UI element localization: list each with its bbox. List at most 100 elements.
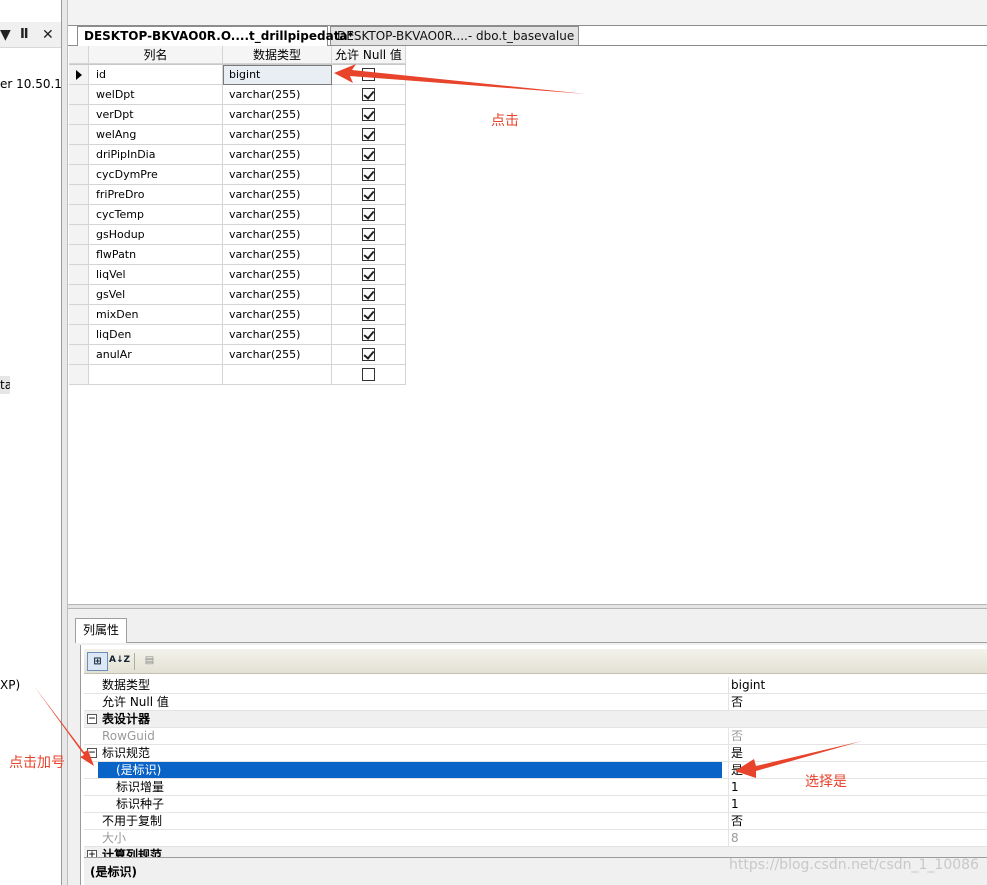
row-selector[interactable] <box>69 245 89 265</box>
allow-null-checkbox[interactable] <box>362 348 375 361</box>
property-row[interactable]: 标识种子 1 <box>84 796 987 813</box>
property-value[interactable]: 否 <box>728 694 987 710</box>
data-type-cell[interactable]: varchar(255) <box>223 225 332 245</box>
node-text-fragment[interactable]: XP) <box>0 678 20 692</box>
table-row[interactable]: welDpt varchar(255) <box>69 85 406 105</box>
row-selector[interactable] <box>69 325 89 345</box>
table-row[interactable]: liqVel varchar(255) <box>69 265 406 285</box>
property-name[interactable]: 大小 <box>102 830 726 846</box>
data-type-cell[interactable]: varchar(255) <box>223 265 332 285</box>
table-row[interactable]: flwPatn varchar(255) <box>69 245 406 265</box>
data-type-cell[interactable]: varchar(255) <box>223 165 332 185</box>
collapse-icon[interactable]: − <box>87 714 97 724</box>
row-selector[interactable] <box>69 165 89 185</box>
allow-null-checkbox[interactable] <box>362 288 375 301</box>
table-row[interactable]: gsHodup varchar(255) <box>69 225 406 245</box>
property-pages-icon[interactable]: ▤ <box>139 652 160 671</box>
data-type-cell[interactable] <box>223 365 332 385</box>
column-name-cell[interactable]: gsVel <box>89 285 223 305</box>
data-type-cell[interactable]: bigint <box>223 65 332 85</box>
property-name[interactable]: RowGuid <box>102 728 726 744</box>
column-name-cell[interactable]: cycTemp <box>89 205 223 225</box>
table-row[interactable]: gsVel varchar(255) <box>69 285 406 305</box>
table-row[interactable]: verDpt varchar(255) <box>69 105 406 125</box>
allow-null-checkbox[interactable] <box>362 168 375 181</box>
property-value[interactable]: 1 <box>728 796 987 812</box>
allow-null-checkbox[interactable] <box>362 148 375 161</box>
row-selector[interactable] <box>69 305 89 325</box>
data-type-cell[interactable]: varchar(255) <box>223 205 332 225</box>
property-value[interactable]: 是 <box>728 745 987 761</box>
data-type-cell[interactable]: varchar(255) <box>223 145 332 165</box>
row-selector[interactable] <box>69 265 89 285</box>
column-name-cell[interactable]: mixDen <box>89 305 223 325</box>
row-selector[interactable] <box>69 225 89 245</box>
data-type-cell[interactable]: varchar(255) <box>223 245 332 265</box>
table-row[interactable]: cycTemp varchar(255) <box>69 205 406 225</box>
table-row[interactable]: driPipInDia varchar(255) <box>69 145 406 165</box>
property-name[interactable]: 允许 Null 值 <box>102 694 726 710</box>
allow-null-checkbox[interactable] <box>362 108 375 121</box>
allow-null-checkbox[interactable] <box>362 268 375 281</box>
property-row[interactable]: − 标识规范是 <box>84 745 987 762</box>
row-selector[interactable] <box>69 345 89 365</box>
property-name[interactable]: 表设计器 <box>102 711 726 727</box>
property-value[interactable]: 否 <box>728 813 987 829</box>
column-name-cell[interactable]: verDpt <box>89 105 223 125</box>
allow-null-checkbox[interactable] <box>362 368 375 381</box>
property-name[interactable]: 数据类型 <box>102 677 726 693</box>
alphabetical-icon[interactable]: A↓Z <box>109 652 130 671</box>
property-row[interactable]: − 表设计器 <box>84 711 987 728</box>
close-icon[interactable]: ✕ <box>42 26 54 44</box>
data-type-cell[interactable]: varchar(255) <box>223 285 332 305</box>
property-row[interactable]: 大小 8 <box>84 830 987 847</box>
table-row[interactable]: mixDen varchar(255) <box>69 305 406 325</box>
property-row[interactable]: (是标识) 是 <box>84 762 987 779</box>
table-row[interactable]: friPreDro varchar(255) <box>69 185 406 205</box>
row-selector[interactable] <box>69 285 89 305</box>
allow-null-checkbox[interactable] <box>362 248 375 261</box>
column-name-cell[interactable]: driPipInDia <box>89 145 223 165</box>
data-type-cell[interactable]: varchar(255) <box>223 125 332 145</box>
column-name-cell[interactable] <box>89 365 223 385</box>
row-selector[interactable] <box>69 205 89 225</box>
property-value[interactable]: 1 <box>728 779 987 795</box>
row-selector[interactable] <box>69 365 89 385</box>
allow-null-checkbox[interactable] <box>362 68 375 81</box>
column-name-cell[interactable]: welDpt <box>89 85 223 105</box>
tab-drillpipedata[interactable]: DESKTOP-BKVAO0R.O....t_drillpipedata* <box>77 26 354 46</box>
allow-null-checkbox[interactable] <box>362 188 375 201</box>
property-row[interactable]: 不用于复制否 <box>84 813 987 830</box>
tab-basevalue[interactable]: DESKTOP-BKVAO0R....- dbo.t_basevalue <box>330 26 579 46</box>
column-name-cell[interactable]: gsHodup <box>89 225 223 245</box>
column-name-cell[interactable]: anulAr <box>89 345 223 365</box>
row-selector[interactable] <box>69 85 89 105</box>
allow-null-checkbox[interactable] <box>362 128 375 141</box>
property-value[interactable]: bigint <box>728 677 987 693</box>
property-row[interactable]: 标识增量 1 <box>84 779 987 796</box>
allow-null-checkbox[interactable] <box>362 328 375 341</box>
data-type-cell[interactable]: varchar(255) <box>223 345 332 365</box>
property-row[interactable]: 允许 Null 值否 <box>84 694 987 711</box>
column-name-cell[interactable]: id <box>89 65 223 85</box>
column-name-cell[interactable]: liqDen <box>89 325 223 345</box>
column-name-cell[interactable]: flwPatn <box>89 245 223 265</box>
table-row[interactable]: cycDymPre varchar(255) <box>69 165 406 185</box>
property-row[interactable]: RowGuid 否 <box>84 728 987 745</box>
allow-null-checkbox[interactable] <box>362 308 375 321</box>
pin-icon[interactable]: Ⅱ <box>20 26 29 44</box>
property-value[interactable]: 是 <box>728 762 987 778</box>
allow-null-checkbox[interactable] <box>362 88 375 101</box>
row-selector[interactable] <box>69 125 89 145</box>
property-value[interactable]: 否 <box>728 728 987 744</box>
table-row[interactable]: anulAr varchar(255) <box>69 345 406 365</box>
table-row[interactable]: welAng varchar(255) <box>69 125 406 145</box>
selected-node-fragment[interactable]: ta <box>0 376 10 394</box>
property-row[interactable]: 数据类型 bigint <box>84 677 987 694</box>
column-name-cell[interactable]: friPreDro <box>89 185 223 205</box>
allow-null-checkbox[interactable] <box>362 228 375 241</box>
property-name[interactable]: (是标识) <box>98 762 722 778</box>
data-type-cell[interactable]: varchar(255) <box>223 85 332 105</box>
collapse-icon[interactable]: − <box>87 748 97 758</box>
data-type-cell[interactable]: varchar(255) <box>223 305 332 325</box>
